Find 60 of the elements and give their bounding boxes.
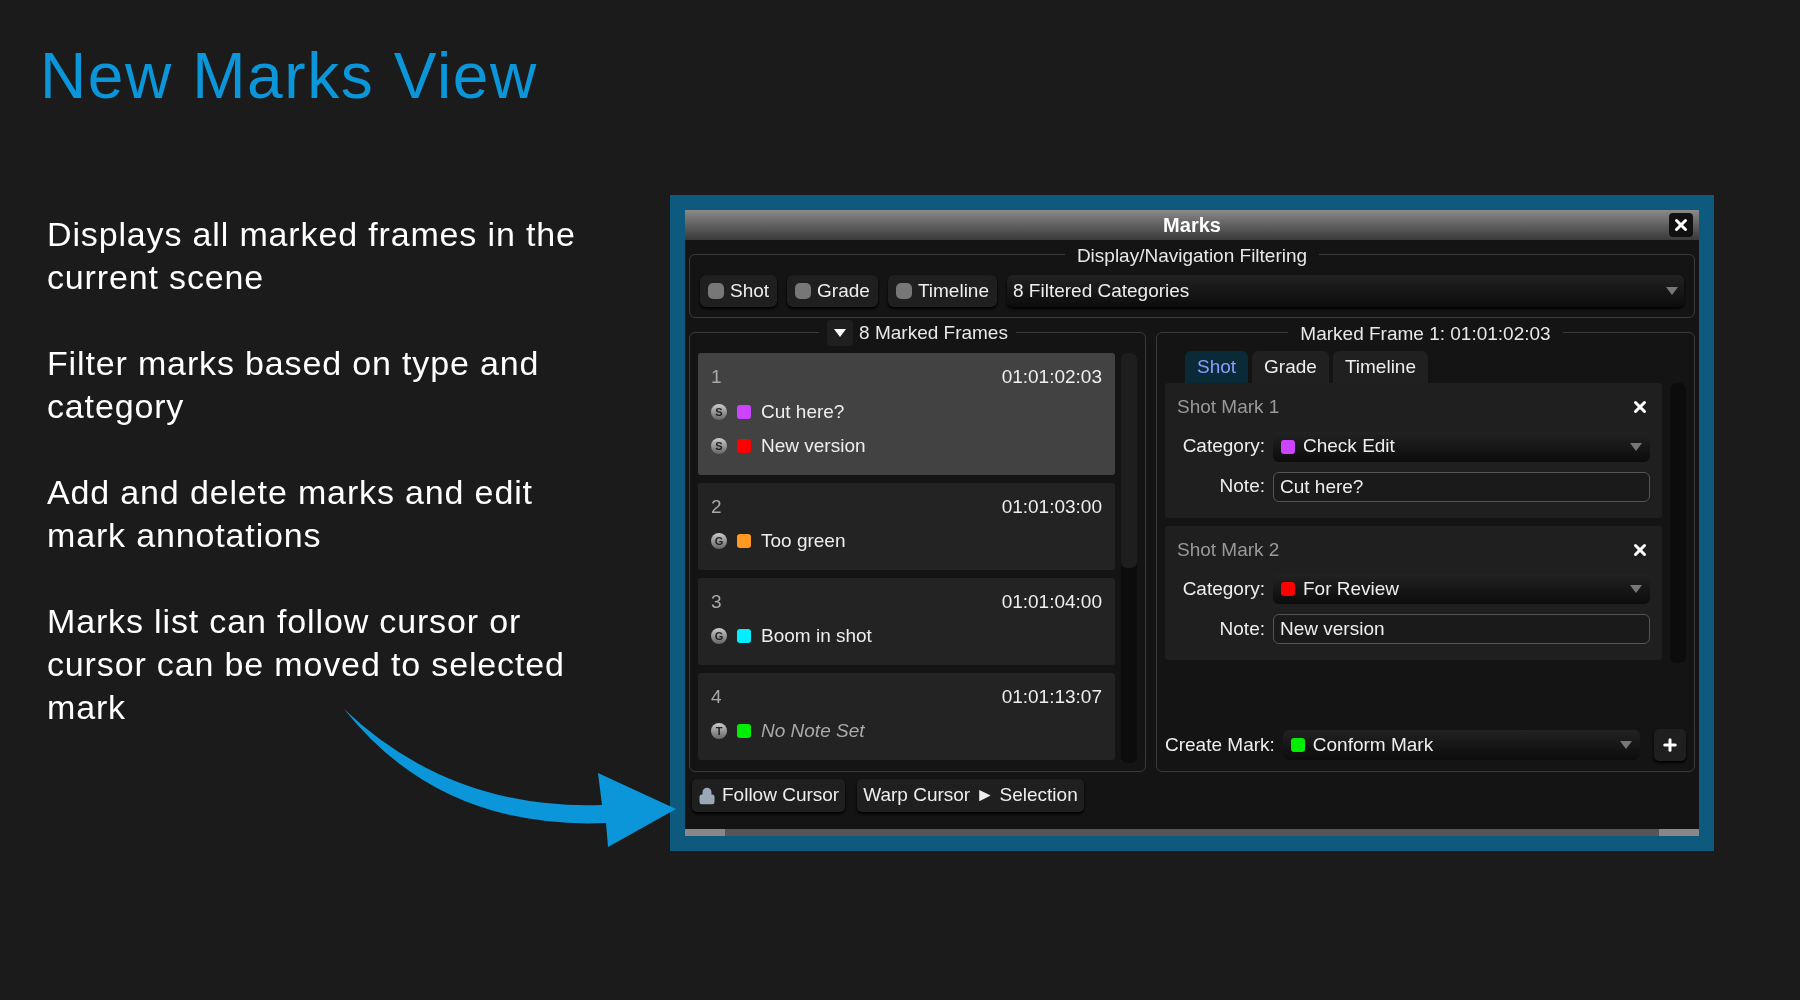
frame-number: 4: [711, 684, 722, 709]
group-label: 8 Marked Frames: [859, 321, 1008, 345]
field-label: Category:: [1181, 576, 1265, 601]
tab[interactable]: Grade: [1252, 351, 1329, 383]
bullet-text: Marks list can follow cursor or cursor can be moved to selected mark: [47, 601, 566, 728]
field-label: Note:: [1218, 616, 1265, 641]
close-icon: [1672, 216, 1690, 234]
close-button[interactable]: [1669, 213, 1693, 237]
mark-title: Shot Mark 1: [1177, 395, 1280, 419]
mark-note: Boom in shot: [761, 624, 872, 648]
bullet-text: Displays all marked frames in the current scene: [47, 214, 577, 298]
follow-cursor-button[interactable]: Follow Cursor: [692, 779, 846, 812]
add-mark-button[interactable]: [1654, 729, 1686, 761]
frame-timecode: 01:01:13:07: [1001, 684, 1102, 709]
dropdown-caret-icon: [1630, 585, 1642, 593]
filter-toggle-button[interactable]: Shot: [700, 275, 778, 307]
mark-title: Shot Mark 2: [1177, 537, 1280, 562]
frame-timecode: 01:01:02:03: [1001, 365, 1102, 389]
group-label: Display/Navigation Filtering: [1075, 245, 1309, 266]
frame-number: 2: [711, 494, 722, 519]
dropdown-caret-icon: [1620, 741, 1632, 749]
note-input-field[interactable]: New version: [1273, 614, 1650, 644]
category-dropdown[interactable]: Conform Mark: [1282, 730, 1640, 760]
field-label: Category:: [1181, 434, 1265, 459]
mark-note: Cut here?: [761, 399, 845, 424]
frame-timecode: 01:01:04:00: [1001, 589, 1102, 614]
filter-toggle-button[interactable]: Timeline: [887, 275, 997, 307]
tab[interactable]: Timeline: [1332, 351, 1428, 383]
slide-title: New Marks View: [40, 39, 538, 114]
group-label: Marked Frame 1: 01:01:02:03: [1299, 323, 1552, 344]
marked-frame-row[interactable]: 1 01:01:02:03 S Cut here? S New version: [698, 353, 1115, 475]
mark-type-badge: G: [711, 533, 727, 550]
lock-icon: [698, 786, 716, 805]
note-input-field[interactable]: Cut here?: [1273, 471, 1650, 502]
field-label: Note:: [1218, 474, 1265, 499]
frame-timecode: 01:01:03:00: [1001, 494, 1102, 519]
dropdown-caret-icon: [1630, 442, 1642, 451]
marked-frame-row[interactable]: 4 01:01:13:07 T No Note Set: [698, 672, 1115, 760]
frame-number: 1: [711, 365, 722, 389]
mark-type-badge: G: [711, 628, 727, 645]
bullet-text: Add and delete marks and edit mark annotations: [47, 472, 534, 556]
category-dropdown[interactable]: 8 Filtered Categories: [1007, 275, 1684, 307]
mark-type-badge: T: [711, 723, 727, 740]
field-label: Create Mark:: [1165, 732, 1275, 757]
dropdown-caret-icon: [1666, 287, 1678, 295]
collapse-button[interactable]: [827, 320, 854, 347]
mark-note: No Note Set: [761, 719, 865, 743]
tab[interactable]: Shot: [1185, 351, 1249, 383]
bullet-text: Filter marks based on type and category: [47, 343, 541, 427]
mark-type-badge: S: [711, 403, 727, 420]
marked-frame-row[interactable]: 2 01:01:03:00 G Too green: [698, 482, 1115, 570]
marked-frame-row[interactable]: 3 01:01:04:00 G Boom in shot: [698, 577, 1115, 665]
warp-cursor-button[interactable]: Warp Cursor ► Selection: [857, 779, 1084, 812]
mark-type-badge: S: [711, 438, 727, 455]
plus-icon: [1661, 736, 1679, 754]
filter-toggle-button[interactable]: Grade: [787, 275, 878, 307]
mark-note: New version: [761, 434, 866, 458]
mark-note: Too green: [761, 529, 846, 553]
window-title: Marks: [1163, 213, 1221, 238]
frame-number: 3: [711, 589, 722, 614]
